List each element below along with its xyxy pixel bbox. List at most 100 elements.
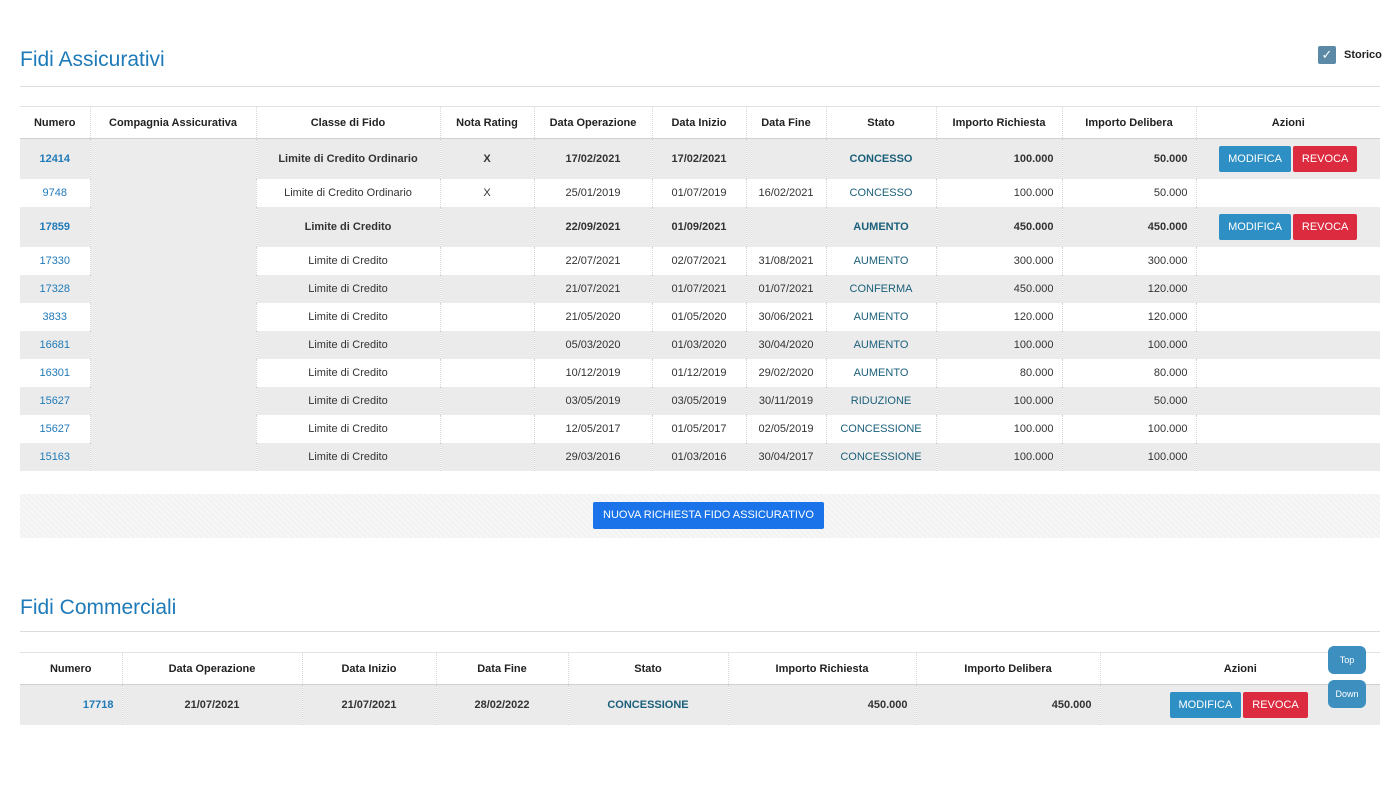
classe-cell: Limite di Credito: [256, 302, 441, 331]
modifica-button[interactable]: MODIFICA: [1219, 213, 1291, 240]
table-row[interactable]: 17718 21/07/2021 21/07/2021 28/02/2022 CONCE…: [20, 684, 1380, 725]
classe-cell: Limite di Credito Ordinario: [256, 138, 441, 179]
numero-link[interactable]: 12414: [20, 138, 91, 179]
numero-link[interactable]: 3833: [20, 302, 91, 331]
data-operazione-cell: 03/05/2019: [534, 386, 653, 415]
numero-link[interactable]: 17718: [20, 684, 123, 725]
nota-rating-cell: [440, 358, 535, 387]
numero-link[interactable]: 9748: [20, 178, 91, 207]
numero-link[interactable]: 15627: [20, 414, 91, 443]
table-row[interactable]: 17859 Limite di Credito 22/09/2021 01/09/20…: [20, 206, 1380, 247]
data-operazione-cell: 05/03/2020: [534, 330, 653, 359]
nota-rating-cell: X: [440, 138, 535, 179]
azioni-cell: [1196, 179, 1380, 207]
classe-cell: Limite di Credito: [256, 274, 441, 303]
table-row[interactable]: 9748 Limite di Credito Ordinario X 25/01/20…: [20, 178, 1380, 207]
azioni-cell: [1196, 359, 1380, 387]
table-row[interactable]: 15627 Limite di Credito 03/05/2019 03/05/20…: [20, 386, 1380, 415]
data-fine-cell: 30/11/2019: [746, 386, 827, 415]
importo-delibera-cell: 100.000: [1062, 442, 1197, 471]
numero-link[interactable]: 15627: [20, 386, 91, 415]
nota-rating-cell: [440, 386, 535, 415]
numero-link[interactable]: 17330: [20, 246, 91, 275]
storico-checkbox[interactable]: ✓: [1318, 46, 1336, 64]
importo-delibera-cell: 50.000: [1062, 138, 1197, 179]
data-operazione-cell: 22/09/2021: [534, 206, 653, 247]
stato-cell: AUMENTO: [826, 358, 937, 387]
storico-toggle[interactable]: ✓ Storico: [1318, 46, 1382, 64]
stato-cell: CONCESSIONE: [826, 414, 937, 443]
col-header-data-inizio[interactable]: Data Inizio: [302, 652, 437, 685]
nota-rating-cell: [440, 206, 535, 247]
nota-rating-cell: X: [440, 178, 535, 207]
data-fine-cell: 16/02/2021: [746, 178, 827, 207]
col-header-data-fine[interactable]: Data Fine: [746, 106, 827, 139]
col-header-azioni: Azioni: [1196, 106, 1380, 139]
data-inizio-cell: 03/05/2019: [652, 386, 747, 415]
table-row[interactable]: 16681 Limite di Credito 05/03/2020 01/03/20…: [20, 330, 1380, 359]
table-row[interactable]: 12414 Limite di Credito Ordinario X 17/02/2…: [20, 138, 1380, 179]
data-inizio-cell: 01/07/2019: [652, 178, 747, 207]
scroll-top-button[interactable]: Top: [1328, 646, 1366, 674]
classe-cell: Limite di Credito: [256, 330, 441, 359]
col-header-stato[interactable]: Stato: [826, 106, 937, 139]
revoca-button[interactable]: REVOCA: [1292, 145, 1358, 172]
col-header-data-fine[interactable]: Data Fine: [436, 652, 569, 685]
modifica-button[interactable]: MODIFICA: [1169, 691, 1242, 718]
table-row[interactable]: 3833 Limite di Credito 21/05/2020 01/05/202…: [20, 302, 1380, 331]
stato-cell: AUMENTO: [826, 302, 937, 331]
data-operazione-cell: 29/03/2016: [534, 442, 653, 471]
col-header-nota-rating[interactable]: Nota Rating: [440, 106, 535, 139]
col-header-stato[interactable]: Stato: [568, 652, 729, 685]
col-header-compagnia[interactable]: Compagnia Assicurativa: [90, 106, 257, 139]
nota-rating-cell: [440, 330, 535, 359]
importo-delibera-cell: 120.000: [1062, 302, 1197, 331]
stato-cell: CONCESSO: [826, 178, 937, 207]
table-row[interactable]: 17328 Limite di Credito 21/07/2021 01/07/20…: [20, 274, 1380, 303]
stato-cell: CONCESSIONE: [568, 684, 729, 725]
numero-link[interactable]: 16301: [20, 358, 91, 387]
importo-delibera-cell: 120.000: [1062, 274, 1197, 303]
new-request-button[interactable]: NUOVA RICHIESTA FIDO ASSICURATIVO: [593, 502, 824, 529]
numero-link[interactable]: 17328: [20, 274, 91, 303]
numero-link[interactable]: 17859: [20, 206, 91, 247]
col-header-classe[interactable]: Classe di Fido: [256, 106, 441, 139]
classe-cell: Limite di Credito: [256, 386, 441, 415]
table-header-row: Numero Compagnia Assicurativa Classe di …: [20, 106, 1380, 139]
col-header-numero[interactable]: Numero: [20, 652, 123, 685]
table-row[interactable]: 17330 Limite di Credito 22/07/2021 02/07/20…: [20, 246, 1380, 275]
stato-cell: CONCESSO: [826, 138, 937, 179]
col-header-numero[interactable]: Numero: [20, 106, 91, 139]
col-header-data-operazione[interactable]: Data Operazione: [534, 106, 653, 139]
action-bar: NUOVA RICHIESTA FIDO ASSICURATIVO: [20, 494, 1380, 538]
scroll-down-button[interactable]: Down: [1328, 680, 1366, 708]
modifica-button[interactable]: MODIFICA: [1219, 145, 1291, 172]
data-operazione-cell: 22/07/2021: [534, 246, 653, 275]
table-row[interactable]: 15627 Limite di Credito 12/05/2017 01/05/20…: [20, 414, 1380, 443]
col-header-importo-richiesta[interactable]: Importo Richiesta: [728, 652, 917, 685]
data-fine-cell: 29/02/2020: [746, 358, 827, 387]
col-header-importo-delibera[interactable]: Importo Delibera: [1062, 106, 1197, 139]
data-fine-cell: 28/02/2022: [436, 684, 569, 725]
nota-rating-cell: [440, 274, 535, 303]
col-header-data-operazione[interactable]: Data Operazione: [122, 652, 303, 685]
importo-delibera-cell: 50.000: [1062, 178, 1197, 207]
importo-richiesta-cell: 100.000: [936, 330, 1063, 359]
numero-link[interactable]: 16681: [20, 330, 91, 359]
data-inizio-cell: 01/03/2020: [652, 330, 747, 359]
importo-delibera-cell: 80.000: [1062, 358, 1197, 387]
numero-link[interactable]: 15163: [20, 442, 91, 471]
revoca-button[interactable]: REVOCA: [1243, 691, 1308, 718]
azioni-cell: MODIFICA REVOCA: [1196, 138, 1380, 179]
section-divider: [20, 631, 1380, 632]
compagnia-cell: [90, 246, 257, 275]
revoca-button[interactable]: REVOCA: [1292, 213, 1358, 240]
data-fine-cell: 31/08/2021: [746, 246, 827, 275]
table-row[interactable]: 16301 Limite di Credito 10/12/2019 01/12/20…: [20, 358, 1380, 387]
col-header-importo-delibera[interactable]: Importo Delibera: [916, 652, 1101, 685]
col-header-data-inizio[interactable]: Data Inizio: [652, 106, 747, 139]
compagnia-cell: [90, 138, 257, 179]
compagnia-cell: [90, 274, 257, 303]
table-row[interactable]: 15163 Limite di Credito 29/03/2016 01/03/20…: [20, 442, 1380, 471]
col-header-importo-richiesta[interactable]: Importo Richiesta: [936, 106, 1063, 139]
